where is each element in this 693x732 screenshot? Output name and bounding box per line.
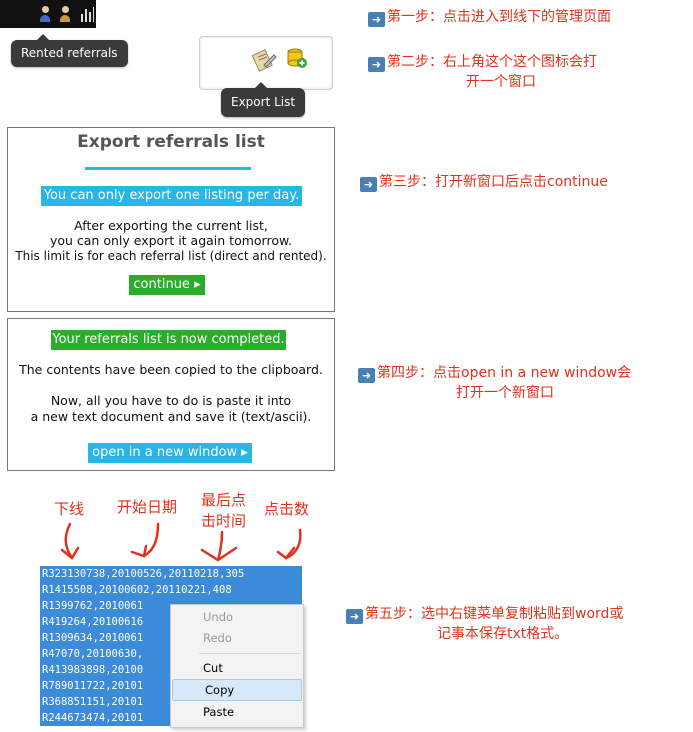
menu-item-copy[interactable]: Copy xyxy=(172,679,302,701)
step-3-text: 第三步：打开新窗口后点击continue xyxy=(379,174,608,190)
open-new-window-button[interactable]: open in a new window ▸ xyxy=(88,443,252,463)
step-1-text: 第一步：点击进入到线下的管理页面 xyxy=(387,9,611,25)
step-4: ➜ 第四步：点击open in a new window会 打开一个新窗口 xyxy=(358,363,631,403)
column-label-start-date: 开始日期 xyxy=(117,498,178,516)
export-dialog: Export referrals list You can only expor… xyxy=(7,127,335,312)
step-2: ➜ 第二步：右上角这个这个图标会打 开一个窗口 xyxy=(368,52,597,92)
tooltip-text: Export List xyxy=(231,95,296,109)
export-list-icon[interactable] xyxy=(252,47,278,73)
step-3: ➜ 第三步：打开新窗口后点击continue xyxy=(360,172,608,192)
arrow-right-icon: ➜ xyxy=(360,177,377,192)
notice-line: The contents have been copied to the cli… xyxy=(19,362,323,377)
data-row: R1309634,2010061 xyxy=(42,632,144,644)
user-icon[interactable] xyxy=(58,6,72,22)
step-2-text-line2: 开一个窗口 xyxy=(466,74,536,90)
step-1: ➜ 第一步：点击进入到线下的管理页面 xyxy=(368,7,611,27)
notice-line: Now, all you have to do is paste it into xyxy=(50,393,292,408)
menu-item-paste[interactable]: Paste xyxy=(171,701,303,723)
data-row: R789011722,20101 xyxy=(42,680,144,692)
stats-icon[interactable] xyxy=(80,6,94,22)
data-row: R413983898,20100 xyxy=(42,664,144,676)
step-5-text-line2: 记事本保存txt格式。 xyxy=(437,626,569,642)
dialog-title: Export referrals list xyxy=(77,132,265,152)
arrow-right-icon: ➜ xyxy=(368,57,385,72)
arrow-stroke xyxy=(216,530,224,562)
continue-button[interactable]: continue ▸ xyxy=(129,275,205,295)
step-5: ➜ 第五步：选中右键菜单复制粘贴到word或 记事本保存txt格式。 xyxy=(346,604,623,644)
step-5-text: 第五步：选中右键菜单复制粘贴到word或 xyxy=(365,606,624,622)
column-label-clicks: 点击数 xyxy=(264,500,310,518)
completed-notice: Your referrals list is now completed. xyxy=(51,330,286,350)
notice-line: you can only export it again tomorrow. xyxy=(49,233,293,248)
data-row: R368851151,20101 xyxy=(42,696,144,708)
column-label-text: 最后点 xyxy=(201,491,247,509)
notice-line: After exporting the current list, xyxy=(74,218,268,233)
export-list-tooltip: Export List xyxy=(221,82,306,117)
data-row: R47070,20100630, xyxy=(42,648,144,660)
data-row: R1399762,2010061 xyxy=(42,600,144,612)
data-row: R244673474,20101 xyxy=(42,712,144,724)
title-underline xyxy=(85,167,251,170)
menu-item-undo[interactable]: Undo xyxy=(171,606,303,628)
data-row: R323130738,20100526,20110218,305 xyxy=(42,568,245,580)
export-limit-notice: You can only export one listing per day. xyxy=(41,186,302,206)
arrow-right-icon: ➜ xyxy=(358,368,375,383)
arrow-right-icon: ➜ xyxy=(346,609,363,624)
data-row: R1415508,20100602,20110221,408 xyxy=(42,584,232,596)
arrow-head xyxy=(276,546,296,560)
database-add-icon[interactable] xyxy=(286,47,308,69)
step-2-text: 第二步：右上角这个这个图标会打 xyxy=(387,54,597,70)
user-icon[interactable] xyxy=(38,6,52,22)
step-4-text: 第四步：点击open in a new window会 xyxy=(377,365,632,381)
column-label-referral: 下线 xyxy=(54,500,85,518)
menu-item-cut[interactable]: Cut xyxy=(171,657,303,679)
arrow-head xyxy=(130,544,148,558)
notice-line: a new text document and save it (text/as… xyxy=(30,409,312,424)
hand-drawn-arrows xyxy=(60,522,302,562)
menu-separator xyxy=(199,653,301,654)
arrow-right-icon: ➜ xyxy=(368,12,385,27)
completed-dialog: Your referrals list is now completed. Th… xyxy=(7,318,335,471)
menu-item-redo[interactable]: Redo xyxy=(171,627,303,649)
notice-line: This limit is for each referral list (di… xyxy=(15,249,327,263)
rented-referrals-tooltip: Rented referrals xyxy=(11,34,128,67)
step-4-text-line2: 打开一个新窗口 xyxy=(456,385,554,401)
context-menu: Undo Redo Cut Copy Paste xyxy=(170,604,304,728)
tooltip-text: Rented referrals xyxy=(21,46,118,60)
data-row: R419264,20100616 xyxy=(42,616,144,628)
top-icon-bar xyxy=(0,0,96,28)
